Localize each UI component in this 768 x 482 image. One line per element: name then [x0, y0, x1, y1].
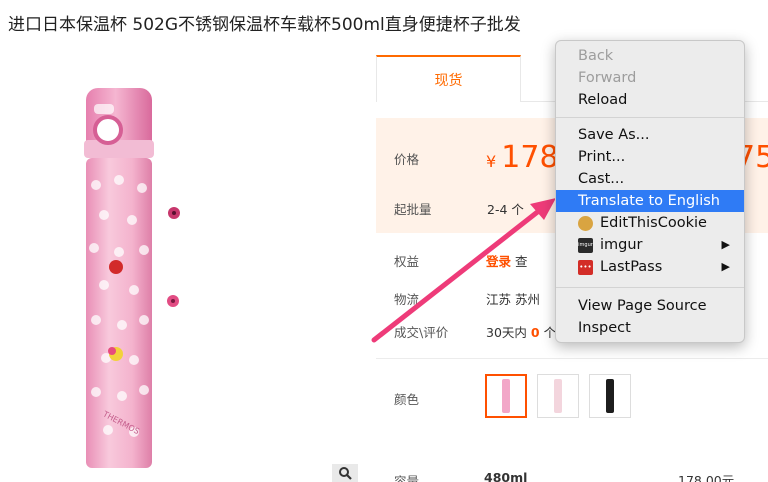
- price-value: ¥ 178: [486, 140, 559, 175]
- section-divider: [376, 358, 768, 359]
- deals-label: 成交\评价: [394, 325, 449, 340]
- color-swatch-light-pink[interactable]: [537, 374, 579, 418]
- menu-separator: [556, 117, 744, 118]
- capacity-value[interactable]: 480ml: [484, 470, 527, 482]
- benefits-suffix: 查: [515, 254, 528, 269]
- flower-decoration: [167, 295, 179, 307]
- context-menu: Back Forward Reload Save As... Print... …: [555, 40, 745, 343]
- menu-item-print[interactable]: Print...: [556, 146, 744, 168]
- deals-count: 0: [530, 325, 540, 340]
- capacity-label: 容量: [394, 474, 420, 482]
- deals-value: 30天内 0 个: [486, 322, 556, 341]
- menu-item-save-as[interactable]: Save As...: [556, 124, 744, 146]
- color-swatch-pink[interactable]: [485, 374, 527, 418]
- menu-item-view-source[interactable]: View Page Source: [556, 295, 744, 317]
- logistics-value: 江苏 苏州: [486, 292, 540, 307]
- benefits-value: 登录 查: [486, 251, 528, 270]
- menu-item-editthiscookie[interactable]: EditThisCookie: [556, 212, 744, 234]
- color-swatch-black[interactable]: [589, 374, 631, 418]
- menu-item-imgur[interactable]: imgur imgur ▶: [556, 234, 744, 256]
- product-image[interactable]: THERMOS: [74, 80, 180, 480]
- color-label: 颜色: [394, 392, 420, 407]
- price-label: 价格: [394, 152, 420, 167]
- submenu-arrow-icon: ▶: [721, 260, 730, 273]
- price-amount: 178: [501, 140, 559, 175]
- imgur-icon: imgur: [578, 238, 593, 253]
- submenu-arrow-icon: ▶: [721, 238, 730, 251]
- moq-label: 起批量: [394, 202, 432, 217]
- imgur-label: imgur: [600, 237, 643, 253]
- tab-in-stock[interactable]: 现货: [376, 55, 521, 102]
- zoom-button[interactable]: [332, 464, 358, 482]
- menu-separator: [556, 287, 744, 288]
- menu-item-inspect[interactable]: Inspect: [556, 317, 744, 339]
- lastpass-icon: •••: [578, 260, 593, 275]
- magnifier-icon: [339, 467, 352, 480]
- logistics-label: 物流: [394, 292, 420, 307]
- editthiscookie-label: EditThisCookie: [600, 215, 707, 231]
- deals-prefix: 30天内: [486, 325, 527, 340]
- capacity-price: 178.00元: [678, 473, 735, 482]
- cookie-icon: [578, 216, 593, 231]
- menu-item-forward[interactable]: Forward: [556, 67, 744, 89]
- menu-item-back[interactable]: Back: [556, 45, 744, 67]
- lastpass-label: LastPass: [600, 259, 663, 275]
- moq-value: 2-4 个: [487, 202, 524, 217]
- product-title: 进口日本保温杯 502G不锈钢保温杯车载杯500ml直身便捷杯子批发: [8, 15, 521, 35]
- menu-item-reload[interactable]: Reload: [556, 89, 744, 111]
- login-link[interactable]: 登录: [486, 254, 511, 269]
- currency-symbol: ¥: [486, 152, 497, 171]
- menu-item-translate[interactable]: Translate to English: [556, 190, 744, 212]
- menu-item-cast[interactable]: Cast...: [556, 168, 744, 190]
- flower-decoration: [168, 207, 180, 219]
- menu-item-lastpass[interactable]: ••• LastPass ▶: [556, 256, 744, 278]
- benefits-label: 权益: [394, 254, 420, 269]
